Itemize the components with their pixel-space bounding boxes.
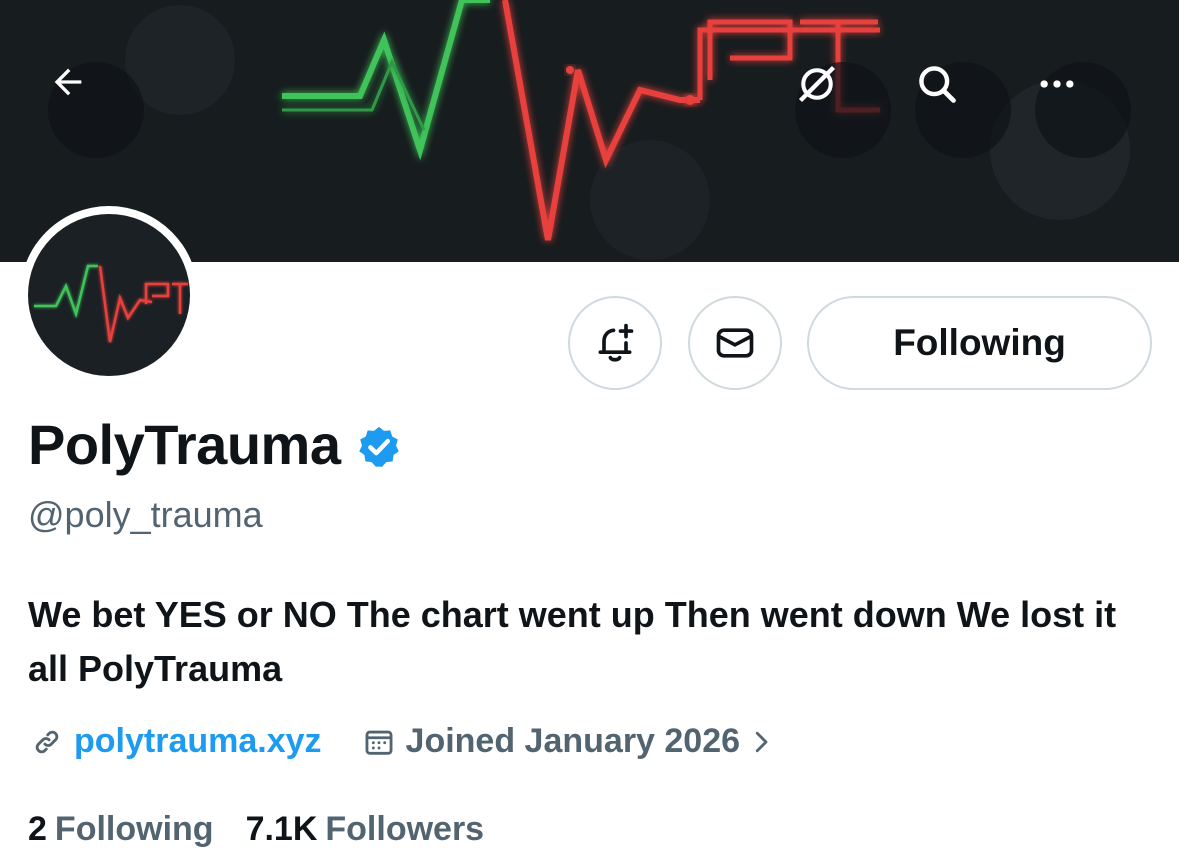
followers-count: 7.1K bbox=[245, 810, 318, 848]
grok-button[interactable] bbox=[795, 62, 891, 158]
arrow-left-icon bbox=[54, 68, 82, 96]
joined-date[interactable]: Joined January 2026 bbox=[362, 722, 777, 761]
more-button[interactable] bbox=[1035, 62, 1131, 158]
follow-stats: 2 Following 7.1K Followers bbox=[28, 810, 484, 849]
website-text[interactable]: polytrauma.xyz bbox=[74, 722, 322, 761]
display-name: PolyTrauma bbox=[28, 413, 341, 476]
followers-label: Followers bbox=[325, 810, 485, 848]
profile-meta: polytrauma.xyz Joined January 2026 bbox=[30, 722, 776, 761]
bell-plus-icon bbox=[598, 323, 634, 362]
search-icon bbox=[919, 66, 956, 103]
message-button[interactable] bbox=[688, 296, 782, 390]
joined-text: Joined January 2026 bbox=[405, 722, 741, 760]
followers-stat[interactable]: 7.1K Followers bbox=[246, 810, 485, 849]
verified-badge-icon[interactable] bbox=[356, 424, 402, 470]
back-button[interactable] bbox=[48, 62, 144, 158]
display-name-row: PolyTrauma bbox=[28, 412, 402, 477]
profile-avatar[interactable] bbox=[20, 206, 198, 384]
envelope-icon bbox=[716, 328, 754, 358]
link-icon bbox=[35, 730, 59, 753]
grok-icon bbox=[798, 65, 836, 103]
following-button[interactable]: Following bbox=[807, 296, 1152, 390]
following-stat[interactable]: 2 Following bbox=[28, 810, 214, 849]
website-link[interactable]: polytrauma.xyz bbox=[30, 722, 322, 761]
notifications-button[interactable] bbox=[568, 296, 662, 390]
more-dots-icon bbox=[1040, 80, 1074, 88]
avatar-logo bbox=[34, 264, 188, 343]
search-button[interactable] bbox=[915, 62, 1011, 158]
following-label: Following bbox=[54, 810, 214, 848]
profile-banner[interactable] bbox=[0, 0, 1179, 262]
profile-bio: We bet YES or NO The chart went up Then … bbox=[28, 594, 1117, 689]
user-handle: @poly_trauma bbox=[28, 494, 263, 535]
following-count: 2 bbox=[28, 810, 47, 848]
calendar-icon bbox=[365, 730, 392, 755]
chevron-right-icon bbox=[755, 731, 768, 752]
